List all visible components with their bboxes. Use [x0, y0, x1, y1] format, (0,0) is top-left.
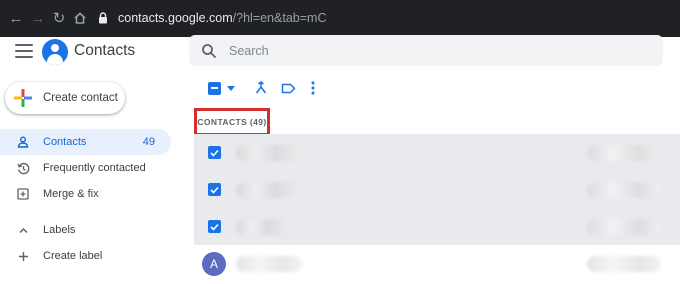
person-icon: [16, 135, 30, 149]
label-icon[interactable]: [279, 78, 297, 98]
sidebar-item-frequently-contacted[interactable]: Frequently contacted: [0, 155, 171, 181]
browser-toolbar: ← → ↻ contacts.google.com/?hl=en&tab=mC: [0, 0, 680, 37]
search-input[interactable]: [229, 43, 629, 58]
home-icon[interactable]: [70, 8, 90, 28]
sidebar-item-label: Create label: [43, 250, 103, 262]
sidebar-item-merge-fix[interactable]: Merge & fix: [0, 181, 171, 207]
redacted-email: [587, 256, 661, 272]
lock-icon: [96, 11, 110, 25]
contact-row[interactable]: [194, 171, 680, 208]
contact-row[interactable]: [194, 134, 680, 171]
sidebar-item-label: Merge & fix: [43, 188, 99, 200]
create-contact-button[interactable]: Create contact: [5, 82, 125, 114]
redacted-email: [587, 219, 661, 235]
redacted-name: [236, 256, 302, 272]
sidebar-item-create-label[interactable]: Create label: [0, 243, 171, 269]
contacts-heading-text: CONTACTS (49): [197, 117, 267, 127]
sidebar-item-label: Labels: [43, 224, 76, 236]
sidebar-item-label: Frequently contacted: [43, 162, 146, 174]
plus-icon: [16, 249, 30, 263]
redacted-name: [236, 182, 302, 198]
url-text: contacts.google.com/?hl=en&tab=mC: [118, 11, 326, 25]
contacts-list-heading: CONTACTS (49): [194, 108, 270, 136]
avatar: A: [202, 252, 226, 276]
colorful-plus-icon: [14, 89, 32, 107]
contacts-logo: [42, 39, 68, 65]
contacts-count: 49: [142, 136, 155, 148]
redacted-name: [236, 145, 302, 161]
merge-fix-icon: [16, 187, 30, 201]
select-all-checkbox-icon: [207, 81, 221, 95]
back-icon[interactable]: ←: [6, 8, 26, 28]
redacted-email: [587, 182, 661, 198]
address-bar[interactable]: contacts.google.com/?hl=en&tab=mC: [90, 4, 680, 32]
url-host: contacts.google.com: [118, 11, 233, 25]
select-all-checkbox[interactable]: [206, 78, 222, 98]
sidebar-item-labels[interactable]: Labels: [0, 217, 171, 243]
app-title: Contacts: [74, 42, 136, 59]
redacted-email: [587, 145, 661, 161]
forward-icon[interactable]: →: [28, 8, 48, 28]
sidebar-item-label: Contacts: [43, 136, 87, 148]
create-contact-label: Create contact: [43, 92, 118, 104]
row-checkbox-checked-icon[interactable]: [208, 220, 221, 233]
contact-row[interactable]: [194, 208, 680, 245]
url-path: /?hl=en&tab=mC: [232, 11, 327, 25]
row-checkbox-checked-icon[interactable]: [208, 183, 221, 196]
main-menu-icon[interactable]: [15, 44, 33, 58]
search-bar[interactable]: [189, 35, 663, 66]
contact-row[interactable]: A: [194, 245, 680, 282]
selection-dropdown-caret-icon[interactable]: [225, 78, 237, 98]
redacted-name: [236, 219, 290, 235]
row-checkbox-checked-icon[interactable]: [208, 146, 221, 159]
history-icon: [16, 161, 30, 175]
merge-icon[interactable]: [252, 78, 270, 98]
reload-icon[interactable]: ↻: [49, 8, 69, 28]
sidebar-item-contacts[interactable]: Contacts 49: [0, 129, 171, 155]
chevron-up-icon: [16, 223, 30, 237]
search-icon[interactable]: [201, 43, 217, 59]
more-vert-icon[interactable]: [306, 78, 320, 98]
